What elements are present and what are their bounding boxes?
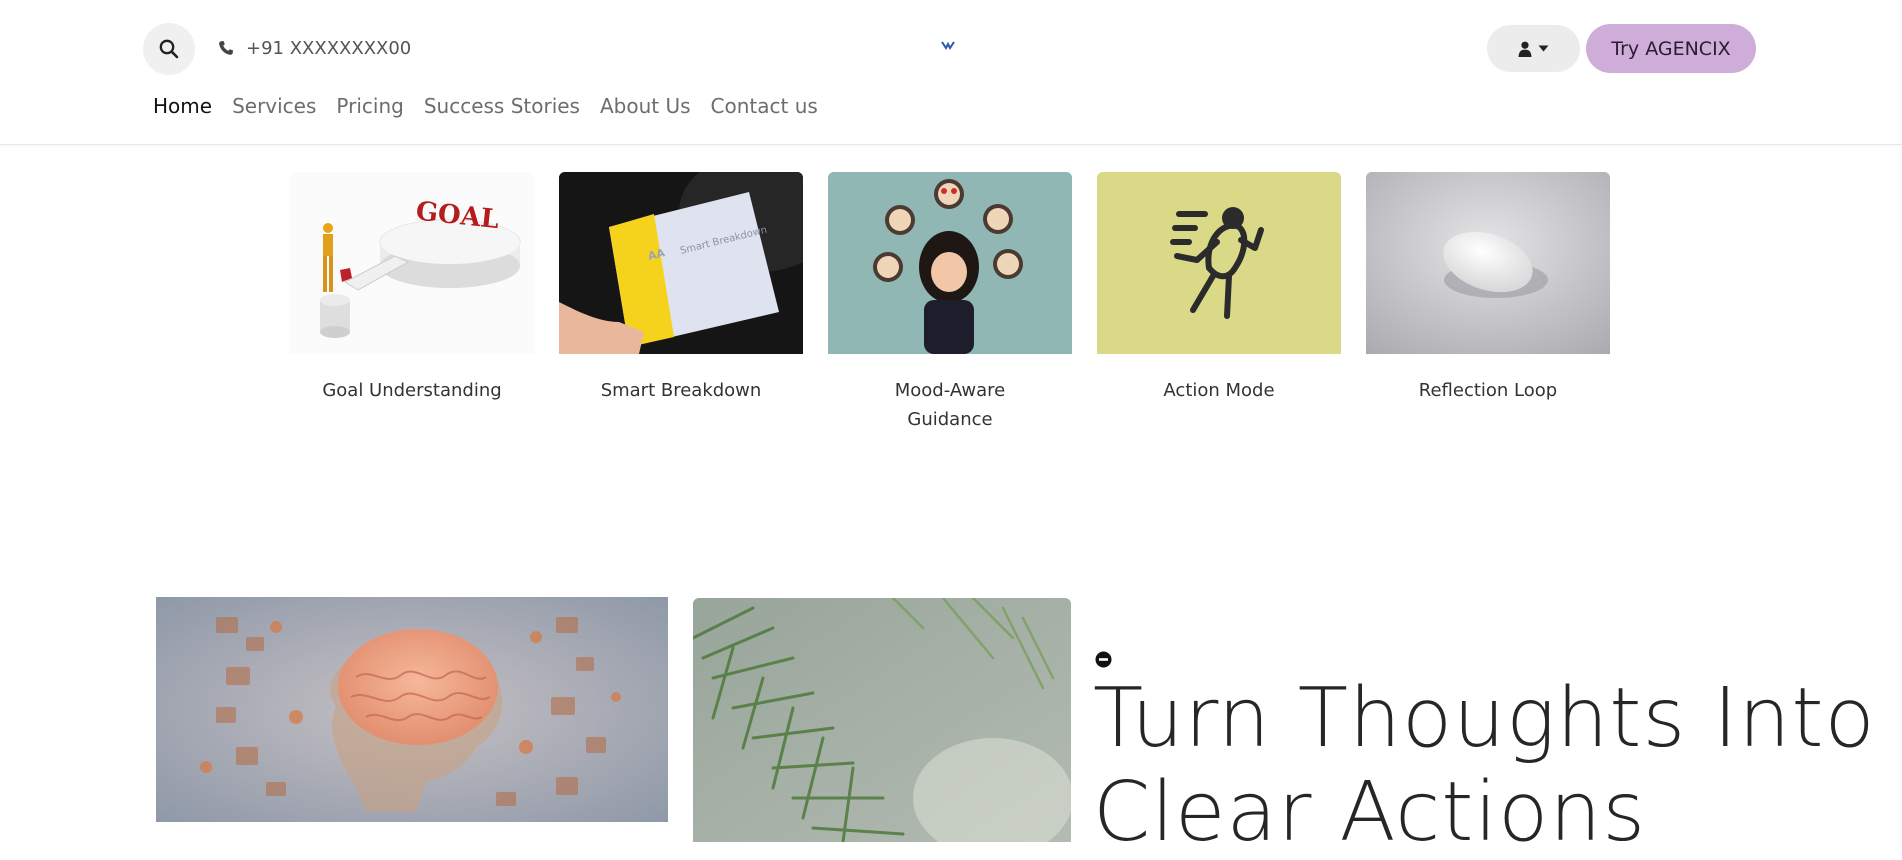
girl-with-emotion-faces-image xyxy=(828,172,1072,354)
hero-title: Turn Thoughts Into Clear Actions xyxy=(1093,671,1876,860)
nav-item-contact-us[interactable]: Contact us xyxy=(711,94,818,118)
feature-smart-breakdown[interactable]: AA Smart Breakdown Smart Breakdown xyxy=(559,172,803,405)
phone-number: +91 XXXXXXXX00 xyxy=(246,37,412,59)
phone-contact[interactable]: +91 XXXXXXXX00 xyxy=(218,36,411,60)
search-icon xyxy=(159,39,179,59)
feature-label: Smart Breakdown xyxy=(600,380,762,401)
try-agencix-button[interactable]: Try AGENCIX xyxy=(1586,24,1756,73)
user-menu-button[interactable] xyxy=(1487,25,1580,72)
feature-label: Action Mode xyxy=(1163,380,1275,401)
goal-puzzle-image: GOAL xyxy=(290,172,534,354)
white-disc-image xyxy=(1366,172,1610,354)
caret-down-icon xyxy=(1538,45,1549,52)
feature-mood-aware-guidance[interactable]: Mood-Aware Guidance xyxy=(828,172,1072,434)
feature-action-mode[interactable]: Action Mode xyxy=(1097,172,1341,405)
pine-branch-image xyxy=(693,598,1071,842)
nav-item-pricing[interactable]: Pricing xyxy=(336,94,403,118)
feature-reflection-loop[interactable]: Reflection Loop xyxy=(1366,172,1610,405)
nav-item-home[interactable]: Home xyxy=(153,94,212,118)
running-figure-image xyxy=(1097,172,1341,354)
logo-icon[interactable] xyxy=(941,40,955,50)
phone-icon xyxy=(218,40,234,56)
main-nav: Home Services Pricing Success Stories Ab… xyxy=(153,92,818,120)
user-icon xyxy=(1518,41,1532,57)
nav-item-about-us[interactable]: About Us xyxy=(600,94,691,118)
nav-item-success-stories[interactable]: Success Stories xyxy=(424,94,580,118)
features-row: GOAL Goal Understanding AA Smart Breakdo… xyxy=(290,172,1610,442)
feature-goal-understanding[interactable]: GOAL Goal Understanding xyxy=(290,172,534,405)
nav-item-services[interactable]: Services xyxy=(232,94,316,118)
minus-circle-icon xyxy=(1095,651,1112,668)
feature-label: Mood-Aware Guidance xyxy=(894,380,1006,430)
site-header: +91 XXXXXXXX00 Try AGENCIX Home Services… xyxy=(0,0,1902,145)
feature-label: Reflection Loop xyxy=(1418,380,1558,401)
smart-breakdown-book-image: AA Smart Breakdown xyxy=(559,172,803,354)
feature-label: Goal Understanding xyxy=(322,380,502,401)
brain-illustration-image xyxy=(156,597,668,822)
search-button[interactable] xyxy=(143,23,195,75)
